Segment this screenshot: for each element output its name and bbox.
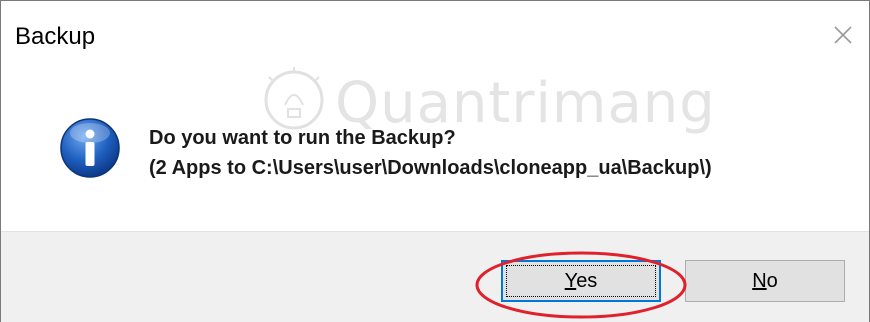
button-bar: Yes No <box>1 231 869 322</box>
close-button[interactable] <box>823 15 863 55</box>
close-icon <box>834 26 852 44</box>
focus-rectangle <box>506 265 656 297</box>
dialog-message: Do you want to run the Backup? (2 Apps t… <box>149 123 712 183</box>
info-icon <box>59 117 121 179</box>
yes-button[interactable]: Yes <box>501 260 661 302</box>
no-button[interactable]: No <box>685 260 845 302</box>
backup-dialog: Backup Quantrimang Do you want to run th… <box>0 0 870 322</box>
title-bar[interactable]: Backup <box>1 1 869 63</box>
no-label: No <box>752 269 778 292</box>
message-line-2: (2 Apps to C:\Users\user\Downloads\clone… <box>149 157 712 179</box>
message-line-1: Do you want to run the Backup? <box>149 127 456 149</box>
window-title: Backup <box>15 23 96 50</box>
